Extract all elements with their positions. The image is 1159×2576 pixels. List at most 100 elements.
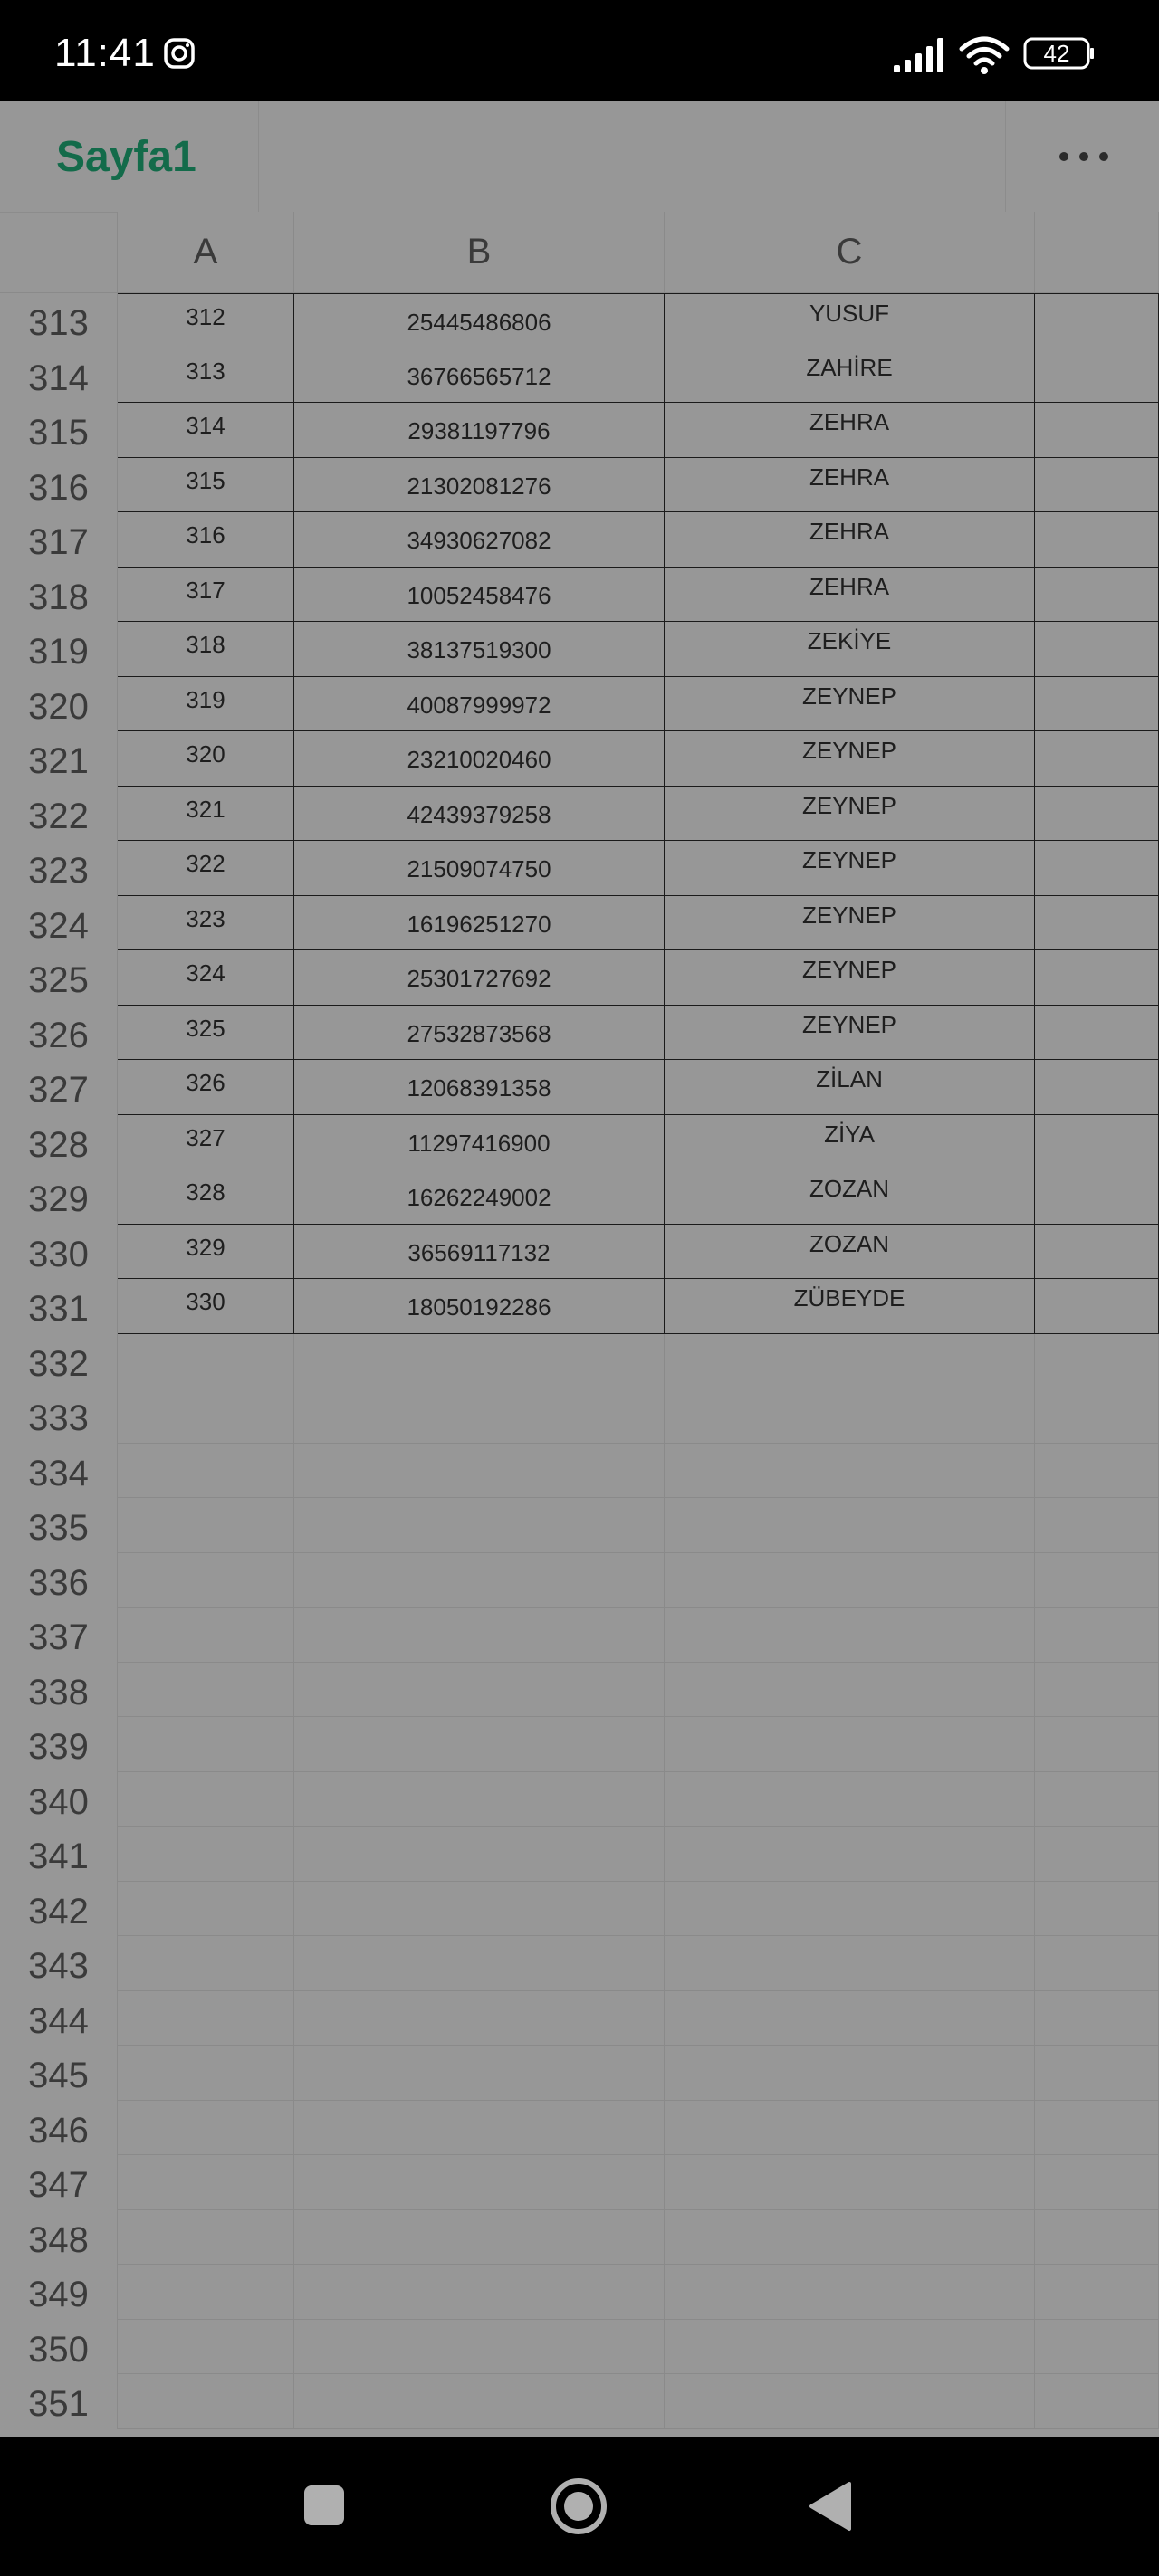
cell-c[interactable] <box>665 1771 1035 1827</box>
cell-a[interactable] <box>118 1827 294 1882</box>
cell-b[interactable]: 18050192286 <box>294 1279 665 1334</box>
row-number[interactable]: 328 <box>0 1114 118 1169</box>
column-header-b[interactable]: B <box>294 212 665 293</box>
sheet-tab[interactable]: Sayfa1 <box>0 101 259 212</box>
cell-c[interactable] <box>665 1881 1035 1936</box>
cell-a[interactable] <box>118 2209 294 2265</box>
cell-c[interactable] <box>665 1388 1035 1444</box>
cell-b[interactable]: 40087999972 <box>294 676 665 731</box>
cell-b[interactable]: 16262249002 <box>294 1169 665 1225</box>
cell-c[interactable] <box>665 2046 1035 2101</box>
row-number[interactable]: 341 <box>0 1827 118 1882</box>
cell-b[interactable] <box>294 1990 665 2046</box>
cell-a[interactable]: 313 <box>118 348 294 403</box>
cell-b[interactable] <box>294 2155 665 2210</box>
row-number[interactable]: 349 <box>0 2265 118 2320</box>
cell-a[interactable]: 326 <box>118 1060 294 1115</box>
row-number[interactable]: 319 <box>0 622 118 677</box>
back-icon[interactable] <box>808 2480 853 2533</box>
cell-a[interactable]: 325 <box>118 1005 294 1060</box>
cell-c[interactable]: ZEYNEP <box>665 676 1035 731</box>
row-number[interactable]: 350 <box>0 2319 118 2374</box>
cell-d[interactable] <box>1035 403 1159 458</box>
cell-d[interactable] <box>1035 2265 1159 2320</box>
cell-d[interactable] <box>1035 731 1159 787</box>
cell-c[interactable] <box>665 1827 1035 1882</box>
cell-d[interactable] <box>1035 2046 1159 2101</box>
cell-c[interactable]: ZEYNEP <box>665 895 1035 950</box>
cell-d[interactable] <box>1035 1443 1159 1498</box>
cell-b[interactable]: 34930627082 <box>294 512 665 568</box>
cell-b[interactable] <box>294 1388 665 1444</box>
cell-c[interactable] <box>665 1498 1035 1553</box>
cell-a[interactable]: 324 <box>118 950 294 1006</box>
cell-b[interactable] <box>294 1608 665 1663</box>
cell-d[interactable] <box>1035 1881 1159 1936</box>
cell-a[interactable] <box>118 1498 294 1553</box>
cell-c[interactable]: ZÜBEYDE <box>665 1279 1035 1334</box>
row-number[interactable]: 335 <box>0 1498 118 1553</box>
cell-c[interactable] <box>665 1552 1035 1608</box>
row-number[interactable]: 321 <box>0 731 118 787</box>
cell-b[interactable] <box>294 2374 665 2429</box>
cell-c[interactable]: ZEHRA <box>665 457 1035 512</box>
recents-icon[interactable] <box>302 2484 346 2527</box>
row-number[interactable]: 347 <box>0 2155 118 2210</box>
cell-b[interactable]: 12068391358 <box>294 1060 665 1115</box>
row-number[interactable]: 314 <box>0 348 118 403</box>
row-number[interactable]: 345 <box>0 2046 118 2101</box>
cell-b[interactable] <box>294 2046 665 2101</box>
cell-c[interactable] <box>665 2100 1035 2155</box>
column-header-a[interactable]: A <box>118 212 294 293</box>
cell-d[interactable] <box>1035 950 1159 1006</box>
cell-d[interactable] <box>1035 457 1159 512</box>
cell-b[interactable]: 27532873568 <box>294 1005 665 1060</box>
cell-a[interactable]: 315 <box>118 457 294 512</box>
cell-b[interactable] <box>294 1717 665 1772</box>
cell-a[interactable]: 321 <box>118 786 294 841</box>
row-number[interactable]: 333 <box>0 1388 118 1444</box>
cell-b[interactable] <box>294 1771 665 1827</box>
cell-b[interactable]: 42439379258 <box>294 786 665 841</box>
cell-c[interactable]: ZOZAN <box>665 1169 1035 1225</box>
cell-d[interactable] <box>1035 1990 1159 2046</box>
cell-c[interactable]: ZEYNEP <box>665 950 1035 1006</box>
cell-d[interactable] <box>1035 841 1159 896</box>
row-number[interactable]: 343 <box>0 1936 118 1991</box>
cell-d[interactable] <box>1035 1498 1159 1553</box>
cell-c[interactable] <box>665 1333 1035 1388</box>
cell-a[interactable]: 330 <box>118 1279 294 1334</box>
cell-a[interactable]: 318 <box>118 622 294 677</box>
row-number[interactable]: 324 <box>0 895 118 950</box>
cell-b[interactable] <box>294 1498 665 1553</box>
row-number[interactable]: 348 <box>0 2209 118 2265</box>
row-number[interactable]: 327 <box>0 1060 118 1115</box>
row-number[interactable]: 325 <box>0 950 118 1006</box>
cell-a[interactable] <box>118 1388 294 1444</box>
row-number[interactable]: 338 <box>0 1662 118 1717</box>
cell-a[interactable]: 312 <box>118 293 294 348</box>
cell-a[interactable] <box>118 1552 294 1608</box>
cell-b[interactable] <box>294 1881 665 1936</box>
cell-a[interactable] <box>118 2155 294 2210</box>
cell-a[interactable] <box>118 2319 294 2374</box>
row-number[interactable]: 313 <box>0 293 118 348</box>
cell-d[interactable] <box>1035 1060 1159 1115</box>
cell-d[interactable] <box>1035 1005 1159 1060</box>
cell-c[interactable] <box>665 2374 1035 2429</box>
cell-c[interactable]: ZEYNEP <box>665 1005 1035 1060</box>
cell-c[interactable] <box>665 1717 1035 1772</box>
cell-d[interactable] <box>1035 2374 1159 2429</box>
cell-c[interactable]: ZEHRA <box>665 567 1035 622</box>
cell-c[interactable] <box>665 2155 1035 2210</box>
cell-d[interactable] <box>1035 622 1159 677</box>
cell-c[interactable] <box>665 1662 1035 1717</box>
cell-a[interactable] <box>118 1771 294 1827</box>
cell-d[interactable] <box>1035 1552 1159 1608</box>
cell-a[interactable]: 317 <box>118 567 294 622</box>
cell-c[interactable] <box>665 1936 1035 1991</box>
row-number[interactable]: 330 <box>0 1224 118 1279</box>
cell-a[interactable] <box>118 2100 294 2155</box>
row-number[interactable]: 331 <box>0 1279 118 1334</box>
select-all-corner[interactable] <box>0 212 118 293</box>
